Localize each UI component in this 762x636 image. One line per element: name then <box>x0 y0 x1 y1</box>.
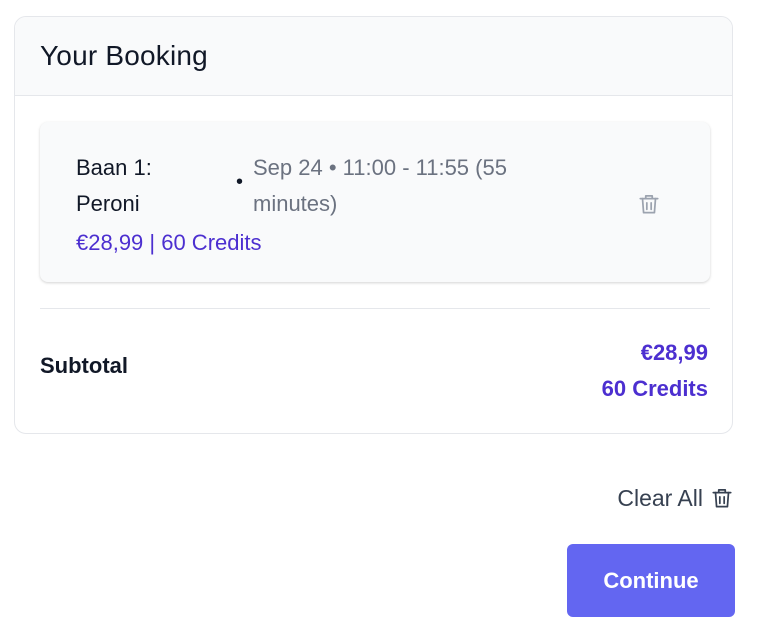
clear-all-label: Clear All <box>617 484 703 511</box>
subtotal-label: Subtotal <box>40 353 128 378</box>
booking-item-price: €28,99 | 60 Credits <box>76 230 262 255</box>
booking-item: Baan 1: Peroni • Sep 24 • 11:00 - 11:55 … <box>40 122 710 282</box>
subtotal-price: €28,99 <box>640 340 708 365</box>
booking-item-court: Baan 1: Peroni <box>76 155 152 216</box>
remove-item-button[interactable] <box>636 190 662 218</box>
continue-button[interactable]: Continue <box>567 544 735 617</box>
clear-all-button[interactable]: Clear All <box>617 484 735 512</box>
trash-icon <box>639 195 659 214</box>
page: Your Booking Baan 1: Peroni • Sep 24 • 1… <box>0 0 762 636</box>
booking-item-time: Sep 24 • 11:00 - 11:55 (55 minutes) <box>253 155 507 216</box>
trash-icon <box>712 489 732 508</box>
divider <box>40 308 710 309</box>
booking-title: Your Booking <box>40 40 208 71</box>
subtotal-values: €28,99 60 Credits <box>602 335 708 407</box>
booking-card-header: Your Booking <box>15 17 732 96</box>
subtotal-credits: 60 Credits <box>601 376 708 401</box>
booking-card: Your Booking Baan 1: Peroni • Sep 24 • 1… <box>14 16 733 434</box>
booking-item-separator: • <box>236 171 244 193</box>
